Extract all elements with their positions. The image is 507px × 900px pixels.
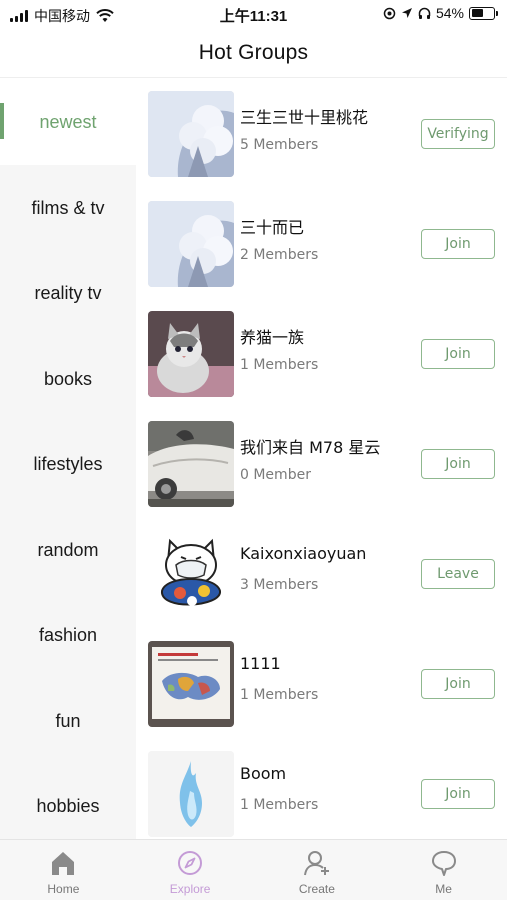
tab-label: Me	[435, 882, 452, 896]
sidebar-item-label: books	[43, 368, 93, 389]
join-button[interactable]: Join	[421, 779, 495, 809]
group-name: 1111	[240, 654, 281, 673]
group-member-count: 1 Members	[240, 797, 319, 813]
sidebar-item-label: hobbies	[36, 795, 100, 816]
compass-icon	[178, 851, 203, 875]
join-button[interactable]: Join	[421, 339, 495, 369]
group-name: 三十而已	[240, 218, 305, 237]
group-list: 三生三世十里桃花 5 Members Verifying 三十而已 2 Memb…	[136, 79, 507, 839]
group-thumbnail-kitten	[148, 311, 234, 397]
group-name: Kaixonxiaoyuan	[240, 544, 367, 563]
group-member-count: 5 Members	[240, 137, 319, 153]
list-item[interactable]: 1111 1 Members Join	[136, 629, 507, 739]
tab-label: Create	[298, 882, 335, 896]
sidebar-item-label: fashion	[38, 624, 98, 645]
group-name: 我们来自 M78 星云	[240, 438, 381, 457]
group-name: Boom	[240, 764, 287, 783]
sidebar-item-random[interactable]: random	[0, 507, 136, 593]
list-item[interactable]: Kaixonxiaoyuan 3 Members Leave	[136, 519, 507, 629]
sidebar-item-label: newest	[39, 111, 97, 132]
sidebar-item-films-tv[interactable]: films & tv	[0, 165, 136, 251]
sidebar-item-label: reality tv	[34, 282, 102, 303]
group-member-count: 3 Members	[240, 577, 319, 593]
group-member-count: 1 Members	[240, 687, 319, 703]
page-title: Hot Groups	[198, 41, 309, 64]
sidebar-item-fashion[interactable]: fashion	[0, 592, 136, 678]
location-icon	[401, 8, 412, 18]
headphones-icon	[418, 7, 431, 19]
join-button[interactable]: Join	[421, 449, 495, 479]
group-name: 养猫一族	[240, 328, 305, 347]
status-right: 54%	[383, 5, 498, 21]
sidebar-item-label: films & tv	[31, 197, 105, 218]
join-button[interactable]: Join	[421, 229, 495, 259]
sidebar-item-reality-tv[interactable]: reality tv	[0, 250, 136, 336]
home-icon	[52, 852, 75, 875]
sidebar-item-label: lifestyles	[33, 453, 103, 474]
group-name: 三生三世十里桃花	[240, 108, 369, 127]
group-thumbnail-snow-tree	[148, 201, 234, 287]
tab-explore[interactable]: Explore	[127, 840, 254, 900]
group-thumbnail-snow-tree	[148, 91, 234, 177]
sidebar-item-newest[interactable]: newest	[0, 79, 136, 165]
battery-icon	[469, 6, 498, 20]
group-thumbnail-car	[148, 421, 234, 507]
list-item[interactable]: 养猫一族 1 Members Join	[136, 299, 507, 409]
group-thumbnail-blue-flame	[148, 751, 234, 837]
list-item[interactable]: 三生三世十里桃花 5 Members Verifying	[136, 79, 507, 189]
verifying-button[interactable]: Verifying	[421, 119, 495, 149]
list-item[interactable]: 三十而已 2 Members Join	[136, 189, 507, 299]
tab-create[interactable]: Create	[254, 840, 381, 900]
category-sidebar: newest films & tv reality tv books lifes…	[0, 79, 136, 839]
lock-rotation-icon	[383, 7, 396, 19]
status-bar: 中国移动 上午11:31 54%	[0, 0, 507, 28]
join-button[interactable]: Join	[421, 669, 495, 699]
leave-button[interactable]: Leave	[421, 559, 495, 589]
page-header: Hot Groups	[0, 28, 507, 78]
battery-percent: 54%	[435, 5, 464, 21]
group-member-count: 0 Member	[240, 467, 311, 483]
add-user-icon	[303, 851, 329, 876]
sidebar-item-books[interactable]: books	[0, 336, 136, 422]
tab-me[interactable]: Me	[380, 840, 507, 900]
group-member-count: 2 Members	[240, 247, 319, 263]
sidebar-item-label: random	[37, 539, 99, 560]
tab-home[interactable]: Home	[0, 840, 127, 900]
tab-label: Explore	[169, 882, 211, 896]
list-item[interactable]: 我们来自 M78 星云 0 Member Join	[136, 409, 507, 519]
sidebar-item-lifestyles[interactable]: lifestyles	[0, 421, 136, 507]
group-member-count: 1 Members	[240, 357, 319, 373]
tab-label: Home	[47, 882, 80, 896]
group-thumbnail-cartoon-cat	[148, 531, 234, 617]
sidebar-item-hobbies[interactable]: hobbies	[0, 763, 136, 839]
chat-bubble-icon	[431, 851, 456, 876]
bottom-tab-bar: Home Explore Create Me	[0, 839, 507, 900]
list-item[interactable]: Boom 1 Members Join	[136, 739, 507, 839]
group-thumbnail-map-poster	[148, 641, 234, 727]
sidebar-item-label: fun	[55, 710, 81, 731]
sidebar-item-fun[interactable]: fun	[0, 678, 136, 764]
